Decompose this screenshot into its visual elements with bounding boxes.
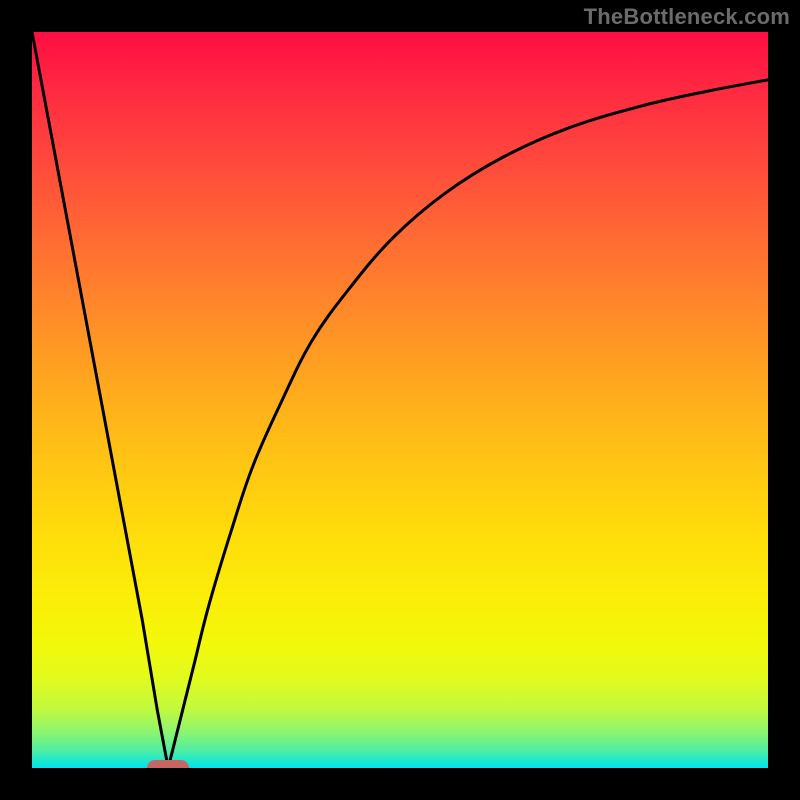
optimal-point-marker xyxy=(147,760,189,768)
outer-frame: TheBottleneck.com xyxy=(0,0,800,800)
curve-layer xyxy=(32,32,768,768)
watermark-text: TheBottleneck.com xyxy=(584,4,790,30)
bottleneck-curve xyxy=(32,32,768,768)
plot-area xyxy=(32,32,768,768)
